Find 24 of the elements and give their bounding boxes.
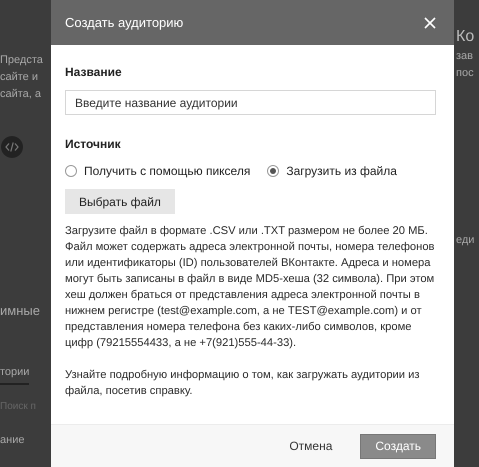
radio-button[interactable] — [65, 165, 77, 177]
description-text: Загрузите файл в формате .CSV или .TXT размером не более 20 МБ. Файл может содержать адреса электронной почты, номера телефонов или идентификаторы (ID) пользователей ВКонтакте. Адреса и номера могут быть записаны в файл в виде MD5-хеша (32 символа). При этом хеш должен браться от представления адреса электронной почты в нижнем регистре (test@example.com, а не TEST@example.com) и от представления номера телефона без каких-либо символов, кроме цифр (79215554433, а не +7(921)555-44-33). — [65, 224, 436, 351]
code-icon — [1, 136, 23, 158]
background-text: сайте и — [0, 70, 39, 85]
background-text: ание — [0, 433, 26, 448]
description-text: Узнайте подробную информацию о том, как загружать аудитории из файла, посетив справку. — [65, 368, 421, 399]
radio-option[interactable]: Получить с помощью пикселя — [65, 164, 250, 178]
background-tab[interactable]: тории — [0, 366, 30, 385]
background-text: зав — [456, 49, 474, 64]
background-text: еди — [456, 233, 476, 248]
close-icon[interactable] — [424, 16, 436, 28]
radio-button[interactable] — [267, 165, 280, 177]
radio-option[interactable]: Загрузить из файла — [267, 164, 397, 178]
background-text: пос — [456, 66, 475, 81]
background-heading: Ко — [456, 28, 476, 46]
field-label: Источник — [65, 137, 122, 151]
dialog-title: Создать аудиторию — [65, 15, 184, 30]
background-heading: имные — [0, 303, 41, 318]
name-input-field[interactable]: Введите название аудитории — [65, 90, 436, 115]
background-text: Предста — [0, 53, 44, 68]
choose-file-button[interactable]: Выбрать файл — [65, 189, 175, 214]
cancel-button[interactable]: Отмена — [275, 434, 346, 458]
background-text: сайта, а — [0, 87, 42, 102]
field-label: Название — [65, 65, 123, 79]
